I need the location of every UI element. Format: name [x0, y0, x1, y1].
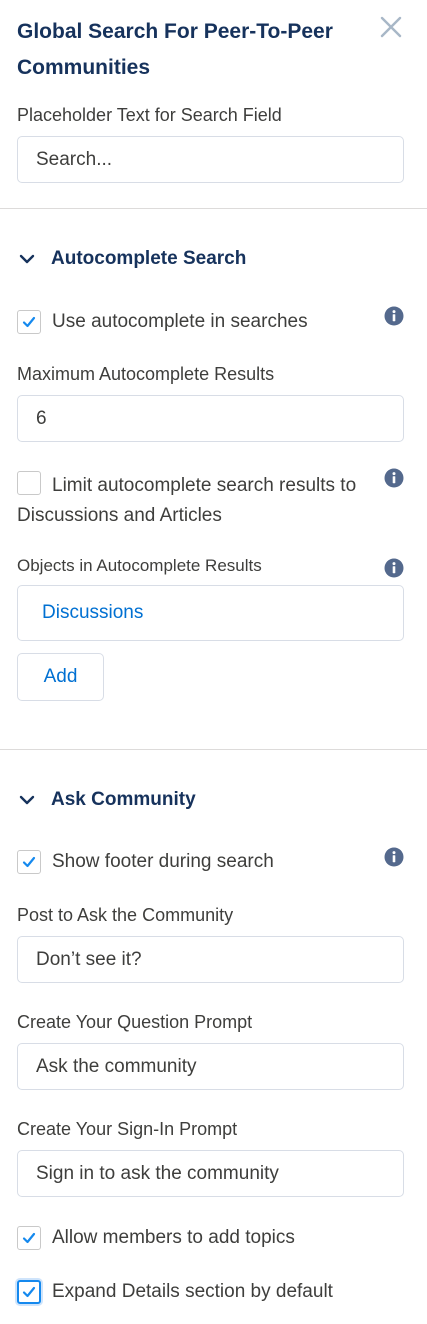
section-heading-autocomplete: Autocomplete Search [51, 248, 247, 269]
chevron-down-icon [19, 254, 35, 264]
checkbox-box[interactable] [17, 1280, 41, 1304]
allow-topics-checkbox[interactable]: Allow members to add topics [17, 1225, 295, 1251]
checkbox-label: Allow members to add topics [52, 1227, 295, 1248]
info-icon[interactable] [384, 468, 404, 488]
max-results-label: Maximum Autocomplete Results [17, 364, 275, 384]
checkmark-icon [22, 316, 36, 328]
checkmark-icon [22, 856, 36, 868]
max-results-input[interactable] [17, 395, 404, 442]
checkbox-box[interactable] [17, 1226, 41, 1250]
info-icon[interactable] [384, 558, 404, 578]
search-placeholder-input[interactable] [17, 136, 404, 183]
expand-details-checkbox[interactable]: Expand Details section by default [17, 1279, 333, 1305]
checkbox-box[interactable] [17, 471, 41, 495]
checkmark-icon [22, 1232, 36, 1244]
show-footer-checkbox[interactable]: Show footer during search [17, 849, 274, 875]
panel-title: Global Search For Peer-To-Peer Communiti… [17, 20, 333, 79]
question-prompt-input[interactable] [17, 1043, 404, 1090]
info-icon[interactable] [384, 847, 404, 867]
add-button[interactable]: Add [17, 653, 104, 701]
close-button[interactable] [376, 12, 406, 42]
checkbox-box[interactable] [17, 850, 41, 874]
post-prompt-label: Post to Ask the Community [17, 905, 234, 925]
checkbox-label: Use autocomplete in searches [52, 311, 308, 332]
search-placeholder-label: Placeholder Text for Search Field [17, 105, 282, 125]
section-heading-ask-community: Ask Community [51, 789, 196, 810]
checkbox-label: Show footer during search [52, 851, 274, 872]
signin-prompt-label: Create Your Sign-In Prompt [17, 1119, 238, 1139]
signin-prompt-input[interactable] [17, 1150, 404, 1197]
limit-results-checkbox[interactable]: Limit autocomplete search results to Dis… [17, 470, 387, 531]
checkmark-icon [22, 1286, 36, 1298]
chevron-down-icon [19, 795, 35, 805]
close-icon [380, 16, 402, 38]
section-toggle-autocomplete[interactable]: Autocomplete Search [17, 246, 246, 272]
use-autocomplete-checkbox[interactable]: Use autocomplete in searches [17, 309, 308, 335]
question-prompt-label: Create Your Question Prompt [17, 1012, 253, 1032]
divider [0, 749, 427, 750]
section-toggle-ask-community[interactable]: Ask Community [17, 787, 196, 813]
checkbox-label: Expand Details section by default [52, 1281, 333, 1302]
object-item-discussions[interactable]: Discussions [42, 602, 143, 623]
objects-label: Objects in Autocomplete Results [17, 556, 262, 575]
divider [0, 208, 427, 209]
info-icon[interactable] [384, 306, 404, 326]
checkbox-label: Limit autocomplete search results to Dis… [17, 475, 357, 526]
post-prompt-input[interactable] [17, 936, 404, 983]
objects-list: Discussions [17, 585, 404, 641]
checkbox-box[interactable] [17, 310, 41, 334]
